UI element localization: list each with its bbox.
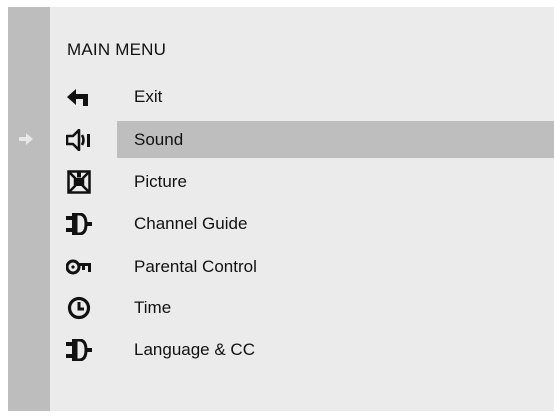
- tv-menu-screen: MAIN MENU Exit Sound Picture Channel Gui…: [0, 0, 554, 418]
- menu-item-parental-control[interactable]: Parental Control: [50, 248, 554, 286]
- menu-item-channel-guide[interactable]: Channel Guide: [50, 205, 554, 243]
- speaker-icon: [66, 128, 92, 152]
- menu-item-label: Picture: [134, 172, 187, 191]
- exit-arrow-icon: [66, 85, 92, 109]
- menu-title: MAIN MENU: [67, 40, 167, 59]
- menu-item-label: Exit: [134, 87, 163, 106]
- menu-item-sound[interactable]: Sound: [50, 121, 554, 159]
- clock-icon: [66, 296, 92, 320]
- menu-item-label: Sound: [134, 130, 184, 149]
- menu-item-label: Time: [134, 298, 172, 317]
- menu-item-time[interactable]: Time: [50, 289, 554, 327]
- key-icon: [66, 255, 92, 279]
- menu-item-language-cc[interactable]: Language & CC: [50, 331, 554, 369]
- picture-icon: [66, 170, 92, 194]
- selection-arrow-icon: [19, 133, 33, 145]
- left-rail: [8, 7, 50, 411]
- menu-item-label: Channel Guide: [134, 214, 248, 233]
- plug-icon: [66, 212, 92, 236]
- menu-item-label: Language & CC: [134, 340, 255, 359]
- menu-item-picture[interactable]: Picture: [50, 163, 554, 201]
- menu-item-exit[interactable]: Exit: [50, 78, 554, 116]
- plug-icon: [66, 338, 92, 362]
- menu-item-label: Parental Control: [134, 257, 257, 276]
